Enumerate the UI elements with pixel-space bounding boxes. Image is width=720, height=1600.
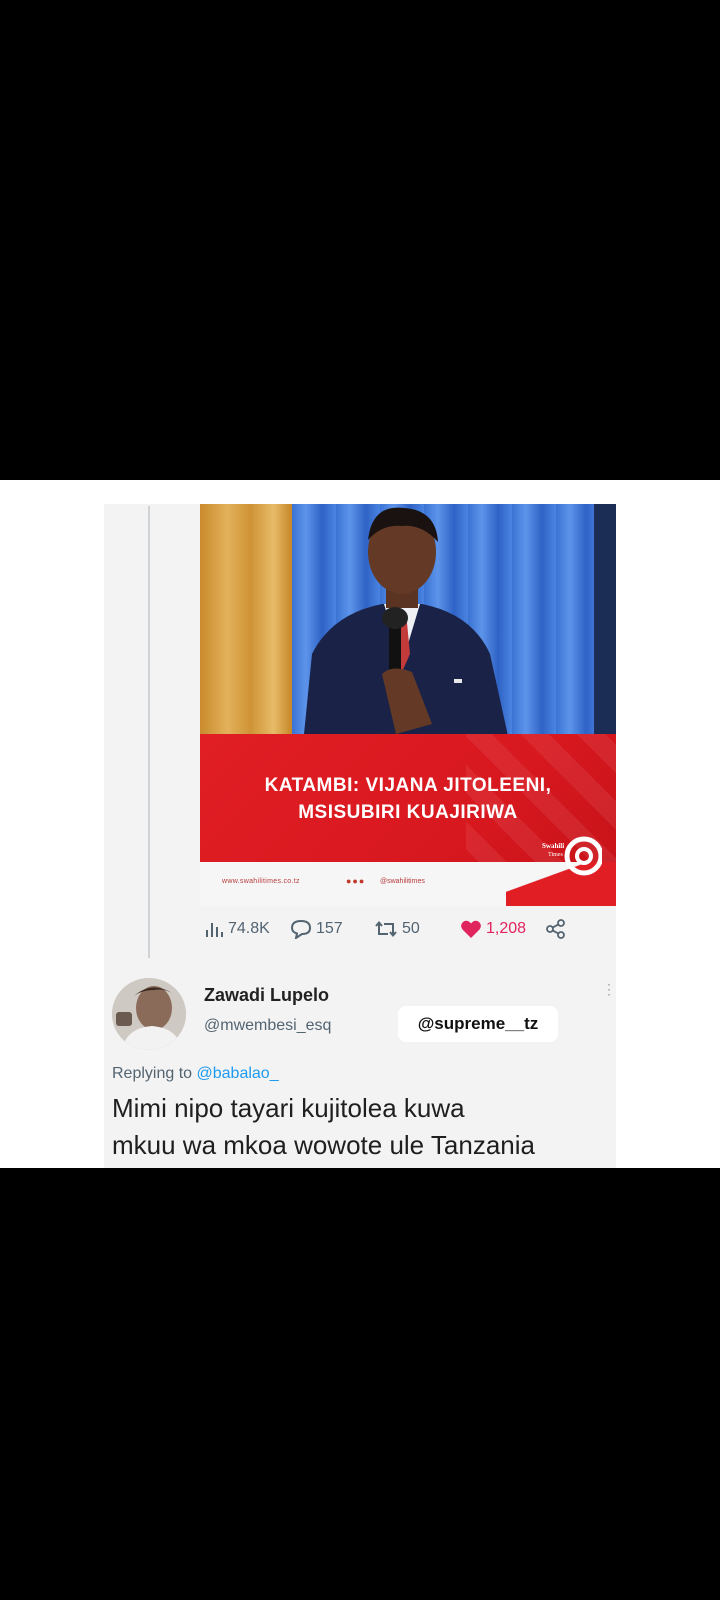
replying-to-mention[interactable]: @babalao_: [197, 1065, 279, 1082]
speaker-figure: [302, 507, 512, 754]
headline-line-1: KATAMBI: VIJANA JITOLEENI,: [264, 775, 552, 796]
swahili-times-logo: Swahili Times: [542, 836, 602, 876]
share-stat[interactable]: [546, 916, 566, 942]
retweet-count: 50: [402, 920, 420, 937]
tweet-image[interactable]: KATAMBI: VIJANA JITOLEENI, MSISUBIRI KUA…: [200, 504, 616, 906]
share-icon: [546, 919, 565, 939]
user-handle[interactable]: @mwembesi_esq: [204, 1017, 331, 1035]
svg-text:Swahili: Swahili: [542, 842, 564, 850]
retweet-stat[interactable]: 50: [374, 916, 420, 942]
social-icons: ●●●: [346, 876, 366, 886]
reply-icon: [290, 919, 312, 939]
views-icon: [206, 923, 223, 937]
watermark: @supreme__tz: [398, 1006, 558, 1042]
curtain-edge: [594, 504, 616, 754]
thread-line: [148, 506, 150, 958]
heart-icon: [461, 920, 481, 938]
display-name[interactable]: Zawadi Lupelo: [204, 985, 329, 1006]
replying-to: Replying to @babalao_: [112, 1065, 279, 1083]
footer-url: www.swahilitimes.co.tz: [222, 878, 300, 885]
reply-count: 157: [316, 920, 343, 937]
tweet-text-line-1: Mimi nipo tayari kujitolea kuwa: [112, 1093, 465, 1123]
reply-stat[interactable]: 157: [290, 916, 343, 942]
footer-handle: @swahilitimes: [380, 878, 425, 885]
views-stat[interactable]: 74.8K: [204, 916, 270, 942]
retweet-icon: [375, 920, 397, 938]
more-icon[interactable]: ⋮: [602, 982, 616, 996]
avatar-photo: [112, 978, 186, 1050]
headline-line-2: MSISUBIRI KUAJIRIWA: [298, 802, 518, 823]
tweet-text: Mimi nipo tayari kujitolea kuwa mkuu wa …: [112, 1090, 632, 1164]
replying-prefix: Replying to: [112, 1065, 193, 1082]
avatar[interactable]: [112, 978, 186, 1050]
svg-text:Times: Times: [548, 852, 563, 858]
tweet-text-line-2: mkuu wa mkoa wowote ule Tanzania: [112, 1130, 535, 1160]
headline: KATAMBI: VIJANA JITOLEENI, MSISUBIRI KUA…: [200, 772, 616, 826]
like-count: 1,208: [486, 920, 527, 937]
views-count: 74.8K: [228, 920, 270, 937]
like-stat[interactable]: 1,208: [460, 916, 526, 942]
